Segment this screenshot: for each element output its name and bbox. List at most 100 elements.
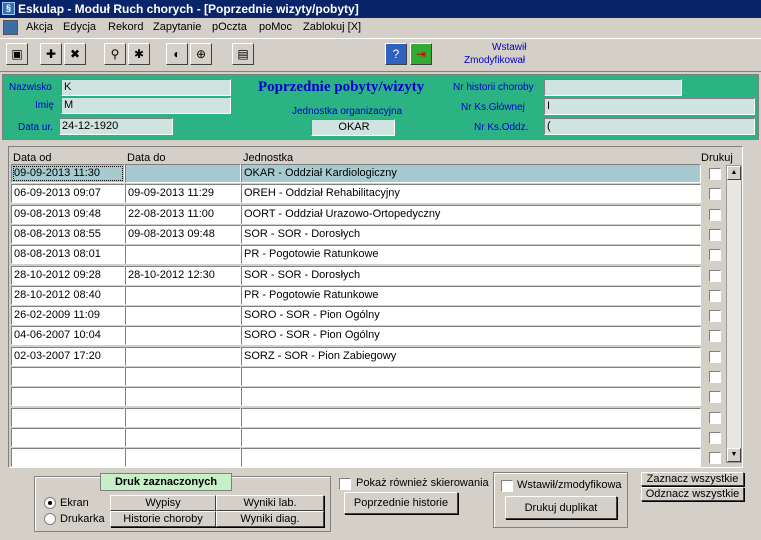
cell-data-do[interactable]: 28-10-2012 12:30	[125, 265, 241, 285]
cell-jednostka[interactable]	[241, 427, 701, 447]
scroll-down-icon[interactable]: ▼	[727, 448, 741, 462]
nr-ks-glownej-field[interactable]: I	[544, 98, 755, 115]
drukuj-checkbox[interactable]	[709, 168, 721, 180]
cell-jednostka[interactable]: SORO - SOR - Pion Ogólny	[241, 306, 701, 326]
data-ur-field[interactable]: 24-12-1920	[59, 118, 173, 135]
drukuj-checkbox[interactable]	[709, 452, 721, 465]
cell-data-do[interactable]: 09-08-2013 09:48	[125, 224, 241, 244]
cell-jednostka[interactable]: OORT - Oddział Urazowo-Ortopedyczny	[241, 204, 701, 224]
wstawil-zmodyfikowal-checkbox[interactable]	[501, 480, 513, 492]
cell-data-do[interactable]	[125, 387, 241, 407]
ekran-radio[interactable]	[44, 497, 56, 509]
cell-data-od[interactable]: 28-10-2012 08:40	[11, 285, 125, 305]
menu-rekord[interactable]: Rekord	[108, 21, 143, 33]
document-icon[interactable]	[3, 20, 18, 35]
cell-data-od[interactable]	[11, 448, 125, 468]
cell-data-od[interactable]: 09-09-2013 11:30	[11, 164, 125, 183]
drukuj-checkbox[interactable]	[709, 350, 721, 363]
cell-data-do[interactable]	[125, 407, 241, 427]
menu-zablokuj[interactable]: Zablokuj [X]	[303, 21, 361, 33]
zaznacz-wszystkie-button[interactable]: Zaznacz wszystkie	[641, 472, 744, 486]
cell-data-do[interactable]	[125, 367, 241, 386]
cell-jednostka[interactable]: PR - Pogotowie Ratunkowe	[241, 245, 701, 265]
table-scrollbar[interactable]: ▲ ▼	[726, 165, 742, 463]
cell-jednostka[interactable]	[241, 448, 701, 468]
drukuj-checkbox[interactable]	[709, 228, 721, 241]
cell-data-do[interactable]	[125, 285, 241, 305]
menu-pomoc[interactable]: poMoc	[259, 21, 292, 33]
odznacz-wszystkie-button[interactable]: Odznacz wszystkie	[641, 487, 744, 501]
cell-data-do[interactable]: 09-09-2013 11:29	[125, 184, 241, 204]
cell-data-do[interactable]	[125, 164, 241, 183]
nr-historii-field[interactable]	[544, 79, 682, 96]
cell-data-od[interactable]: 26-02-2009 11:09	[11, 306, 125, 326]
drukuj-duplikat-button[interactable]: Drukuj duplikat	[505, 496, 617, 519]
drukuj-checkbox[interactable]	[709, 330, 721, 343]
cell-jednostka[interactable]	[241, 387, 701, 407]
execute-query-icon[interactable]: ✱	[128, 43, 150, 65]
drukuj-checkbox[interactable]	[709, 371, 721, 383]
search-icon[interactable]: ⚲	[104, 43, 126, 65]
poprzednie-historie-button[interactable]: Poprzednie historie	[344, 492, 458, 514]
drukuj-checkbox[interactable]	[709, 249, 721, 262]
drukuj-checkbox[interactable]	[709, 431, 721, 444]
edit-icon[interactable]: ▤	[232, 43, 254, 65]
drukuj-checkbox[interactable]	[709, 391, 721, 404]
cell-data-do[interactable]	[125, 346, 241, 366]
cell-jednostka[interactable]: PR - Pogotowie Ratunkowe	[241, 285, 701, 305]
drukarka-radio[interactable]	[44, 513, 56, 525]
menu-akcja[interactable]: Akcja	[26, 21, 53, 33]
cell-data-do[interactable]	[125, 427, 241, 447]
cell-jednostka[interactable]: OKAR - Oddział Kardiologiczny	[241, 164, 701, 183]
cell-data-do[interactable]: 22-08-2013 11:00	[125, 204, 241, 224]
drukuj-checkbox[interactable]	[709, 289, 721, 302]
drukuj-checkbox[interactable]	[709, 208, 721, 221]
wypisy-button[interactable]: Wypisy	[110, 495, 216, 511]
next-icon[interactable]: ⊕	[190, 43, 212, 65]
jednostka-field[interactable]: OKAR	[311, 119, 395, 136]
imie-field[interactable]: M	[61, 97, 231, 114]
cell-jednostka[interactable]: SORZ - SOR - Pion Zabiegowy	[241, 346, 701, 366]
drukuj-checkbox[interactable]	[709, 310, 721, 323]
cell-data-od[interactable]: 04-06-2007 10:04	[11, 326, 125, 346]
nr-ks-oddz-field[interactable]: (	[544, 118, 755, 135]
wyniki-diag-button[interactable]: Wyniki diag.	[216, 511, 324, 527]
save-icon[interactable]: ▣	[6, 43, 28, 65]
cell-data-od[interactable]	[11, 427, 125, 447]
cell-data-od[interactable]: 28-10-2012 09:28	[11, 265, 125, 285]
menu-edycja[interactable]: Edycja	[63, 21, 96, 33]
previous-icon[interactable]: ◐	[166, 43, 188, 65]
drukuj-checkbox[interactable]	[709, 411, 721, 424]
cell-jednostka[interactable]: SOR - SOR - Dorosłych	[241, 224, 701, 244]
cell-data-od[interactable]	[11, 407, 125, 427]
cell-jednostka[interactable]: SORO - SOR - Pion Ogólny	[241, 326, 701, 346]
cell-jednostka[interactable]	[241, 407, 701, 427]
cell-data-do[interactable]	[125, 306, 241, 326]
delete-record-icon[interactable]: ✖	[64, 43, 86, 65]
scroll-up-icon[interactable]: ▲	[727, 166, 741, 180]
exit-icon[interactable]: ⇥	[410, 43, 432, 65]
cell-data-od[interactable]: 02-03-2007 17:20	[11, 346, 125, 366]
cell-data-od[interactable]: 08-08-2013 08:55	[11, 224, 125, 244]
pokaz-skierowania-checkbox[interactable]	[339, 478, 351, 490]
drukuj-checkbox[interactable]	[709, 269, 721, 282]
wyniki-lab-button[interactable]: Wyniki lab.	[216, 495, 324, 511]
drukuj-checkbox[interactable]	[709, 188, 721, 201]
insert-record-icon[interactable]: ✚	[40, 43, 62, 65]
historie-choroby-button[interactable]: Historie choroby	[110, 511, 216, 527]
menu-zapytanie[interactable]: Zapytanie	[153, 21, 201, 33]
cell-data-do[interactable]	[125, 326, 241, 346]
menu-poczta[interactable]: pOczta	[212, 21, 247, 33]
cell-jednostka[interactable]: SOR - SOR - Dorosłych	[241, 265, 701, 285]
cell-jednostka[interactable]: OREH - Oddział Rehabilitacyjny	[241, 184, 701, 204]
help-icon[interactable]: ?	[385, 43, 407, 65]
cell-data-od[interactable]: 09-08-2013 09:48	[11, 204, 125, 224]
cell-data-od[interactable]	[11, 367, 125, 386]
cell-jednostka[interactable]	[241, 367, 701, 386]
cell-data-od[interactable]	[11, 387, 125, 407]
cell-data-od[interactable]: 06-09-2013 09:07	[11, 184, 125, 204]
nazwisko-field[interactable]: K	[61, 79, 231, 96]
cell-data-do[interactable]	[125, 245, 241, 265]
cell-data-do[interactable]	[125, 448, 241, 468]
cell-data-od[interactable]: 08-08-2013 08:01	[11, 245, 125, 265]
